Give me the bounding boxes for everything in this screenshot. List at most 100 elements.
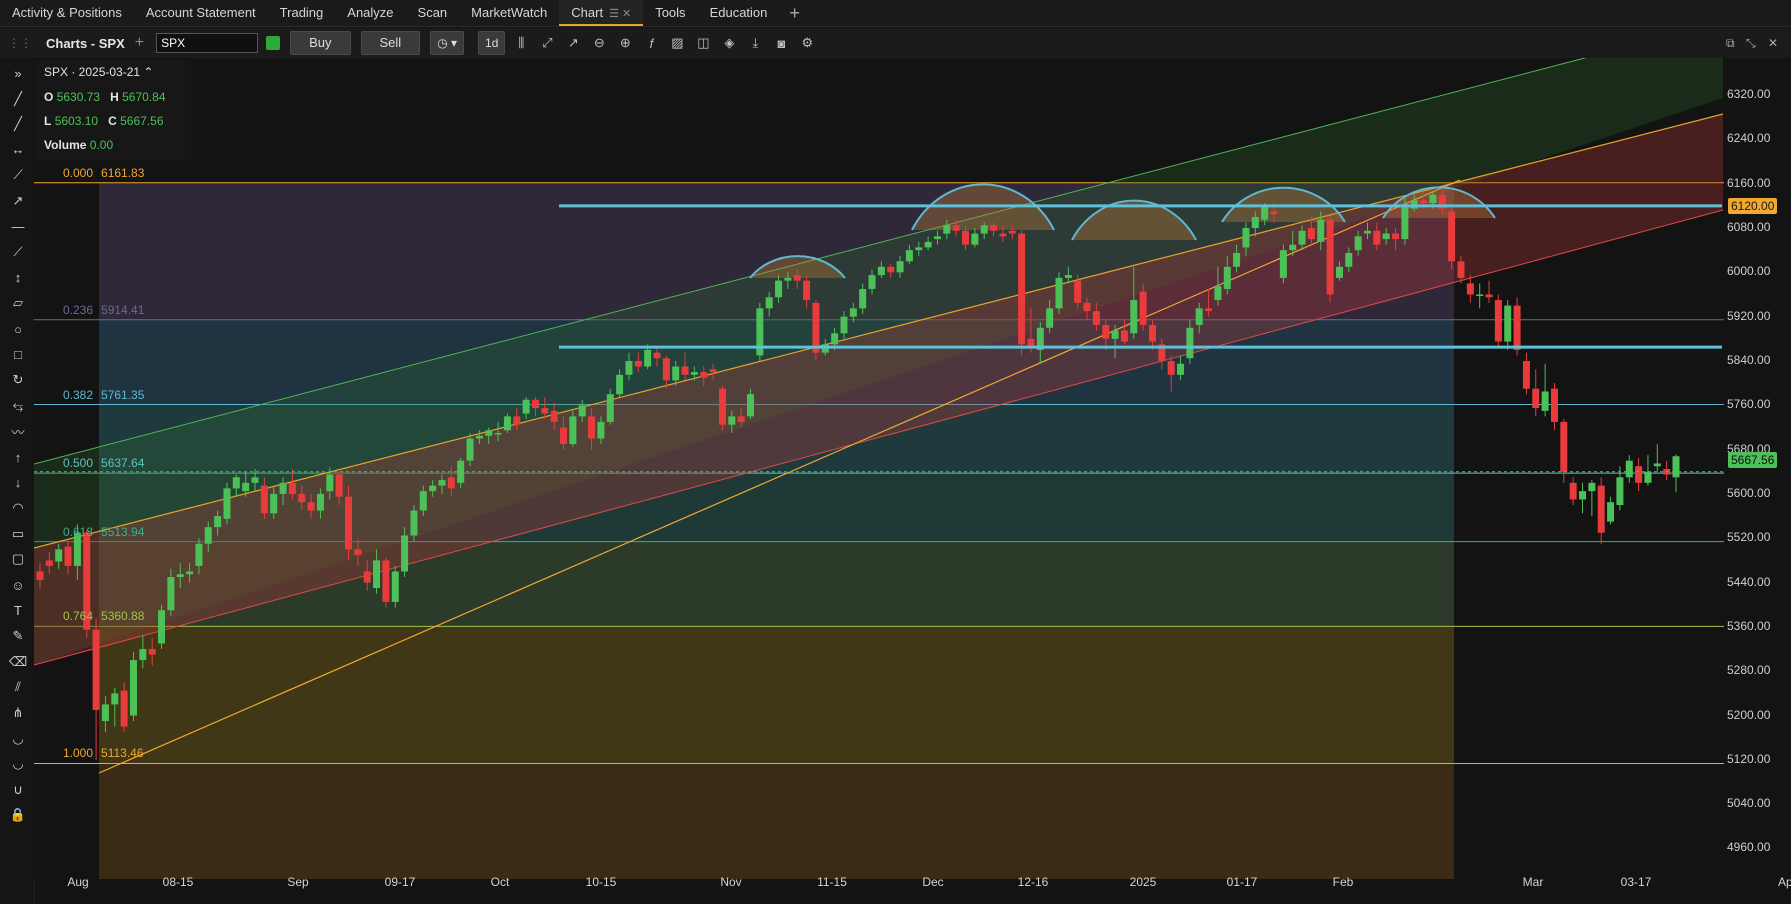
candle-body	[896, 261, 904, 273]
layout-icon[interactable]: ◫	[693, 33, 713, 53]
tab-education[interactable]: Education	[698, 0, 780, 26]
time-settings-button[interactable]: ◷ ▾	[430, 31, 465, 55]
candle-body	[1513, 305, 1521, 350]
collapse-chevron-icon[interactable]: ⌃	[143, 65, 153, 79]
fib-ratio: 0.500	[63, 456, 94, 471]
line-icon[interactable]: ╱	[9, 90, 27, 108]
comment-icon[interactable]: ▢	[9, 550, 27, 568]
wave-icon[interactable]: 〰	[9, 422, 27, 440]
emoji-icon[interactable]: ☺	[9, 576, 27, 594]
y-axis-tick: 5520.00	[1727, 530, 1771, 545]
add-tab-icon[interactable]: +	[779, 0, 810, 26]
rectangle-icon[interactable]: □	[9, 346, 27, 364]
eraser-icon[interactable]: ⌫	[9, 653, 27, 671]
candle-body	[1345, 252, 1353, 267]
candle-body	[952, 225, 960, 231]
arc-icon[interactable]: ◠	[9, 499, 27, 517]
trend-icon[interactable]: ↗	[563, 33, 583, 53]
text-icon[interactable]: T	[9, 602, 27, 620]
parallelogram-icon[interactable]: ▱	[9, 294, 27, 312]
tab-activity-positions[interactable]: Activity & Positions	[0, 0, 134, 26]
x-axis-tick: Aug	[67, 875, 89, 889]
last-price-badge: 5667.56	[1728, 452, 1778, 468]
lock-icon[interactable]: 🔒	[9, 806, 27, 824]
tab-trading[interactable]: Trading	[268, 0, 336, 26]
cycle-icon[interactable]: ↻	[9, 371, 27, 389]
tab-account-statement[interactable]: Account Statement	[134, 0, 268, 26]
tab-scan[interactable]: Scan	[406, 0, 460, 26]
candle-body	[634, 360, 642, 367]
sell-button[interactable]: Sell	[360, 31, 421, 55]
candle-body	[746, 394, 754, 417]
x-axis-tick: Nov	[720, 875, 742, 889]
candle-style-icon[interactable]: ⫼	[511, 33, 531, 53]
candle-body	[541, 408, 549, 414]
ellipse-icon[interactable]: ○	[9, 320, 27, 338]
fib-icon[interactable]: ⫽	[9, 678, 27, 696]
gann-box-icon[interactable]: ◡	[9, 755, 27, 773]
paint-icon[interactable]: ✎	[9, 627, 27, 645]
candle-body	[1279, 250, 1287, 278]
candle-body	[401, 535, 409, 572]
candle-body	[1597, 485, 1605, 533]
extended-line-icon[interactable]: ⟋	[9, 243, 27, 261]
arrow-up-icon[interactable]: ↑	[9, 448, 27, 466]
candle-body	[1635, 466, 1643, 483]
candle-body	[597, 421, 605, 439]
candle-body	[728, 416, 736, 425]
tab-menu-close-icon[interactable]: ☰ ✕	[609, 8, 631, 20]
add-panel-icon[interactable]: +	[135, 34, 144, 52]
buy-button[interactable]: Buy	[290, 31, 351, 55]
candle-body	[55, 549, 63, 562]
download-icon[interactable]: ⤓	[745, 33, 765, 53]
legend-title[interactable]: SPX · 2025-03-21 ⌃	[44, 65, 153, 79]
vertical-line-icon[interactable]: ↕	[9, 269, 27, 287]
tab-chart[interactable]: Chart ☰ ✕	[559, 0, 644, 26]
popout-icon[interactable]: ⧉	[1726, 28, 1735, 58]
maximize-icon[interactable]: ⤡	[1746, 28, 1756, 58]
x-axis-tick: 09-17	[384, 875, 416, 889]
candle-body	[45, 560, 53, 566]
zoom-out-icon[interactable]: ⊖	[589, 33, 609, 53]
tab-marketwatch[interactable]: MarketWatch	[459, 0, 559, 26]
arrow-down-icon[interactable]: ↓	[9, 474, 27, 492]
pitchfork-icon[interactable]: ⋔	[9, 704, 27, 722]
symbol-input[interactable]	[156, 33, 259, 53]
expand-icon[interactable]: »	[9, 64, 27, 82]
fib-label: 0.764 5360.88	[63, 609, 144, 623]
callout-icon[interactable]: ▭	[9, 525, 27, 543]
tab-analyze[interactable]: Analyze	[335, 0, 405, 26]
camera-icon[interactable]: ◙	[771, 33, 791, 53]
candle-body	[859, 288, 867, 309]
ray-icon[interactable]: ╱	[9, 115, 27, 133]
channel-icon[interactable]: ⟋	[9, 166, 27, 184]
link-color-icon[interactable]	[266, 36, 281, 50]
interval-button[interactable]: 1d	[478, 31, 506, 55]
hline-icon[interactable]: ↔	[9, 141, 27, 159]
gear-icon[interactable]: ⚙	[797, 33, 817, 53]
candle-body	[111, 693, 119, 705]
arrow-icon[interactable]: ↗	[9, 192, 27, 210]
drag-grip-icon[interactable]: ⋮⋮	[8, 36, 32, 50]
templates-icon[interactable]: ▨	[667, 33, 687, 53]
candle-body	[429, 485, 437, 492]
close-icon[interactable]: ✕	[1768, 28, 1778, 58]
fib-zone	[99, 626, 1454, 764]
layers-icon[interactable]: ◈	[719, 33, 739, 53]
magnet-icon[interactable]: ∪	[9, 781, 27, 799]
candle-body	[1018, 233, 1026, 345]
candle-body	[1261, 205, 1269, 220]
horizontal-line-icon[interactable]: —	[9, 218, 27, 236]
candle-body	[1541, 391, 1549, 411]
candle-body	[531, 399, 539, 409]
fib-price: 5113.46	[101, 746, 144, 761]
candle-body	[1653, 463, 1661, 467]
zoom-in-icon[interactable]: ⊕	[615, 33, 635, 53]
gann-fan-icon[interactable]: ◡	[9, 730, 27, 748]
tab-tools[interactable]: Tools	[643, 0, 697, 26]
brush-icon[interactable]: ⥃	[9, 397, 27, 415]
y-axis-tick: 5040.00	[1727, 796, 1771, 811]
price-chart[interactable]	[34, 58, 1791, 904]
studies-icon[interactable]: f	[641, 33, 661, 53]
compare-icon[interactable]: ⤢	[537, 33, 557, 53]
